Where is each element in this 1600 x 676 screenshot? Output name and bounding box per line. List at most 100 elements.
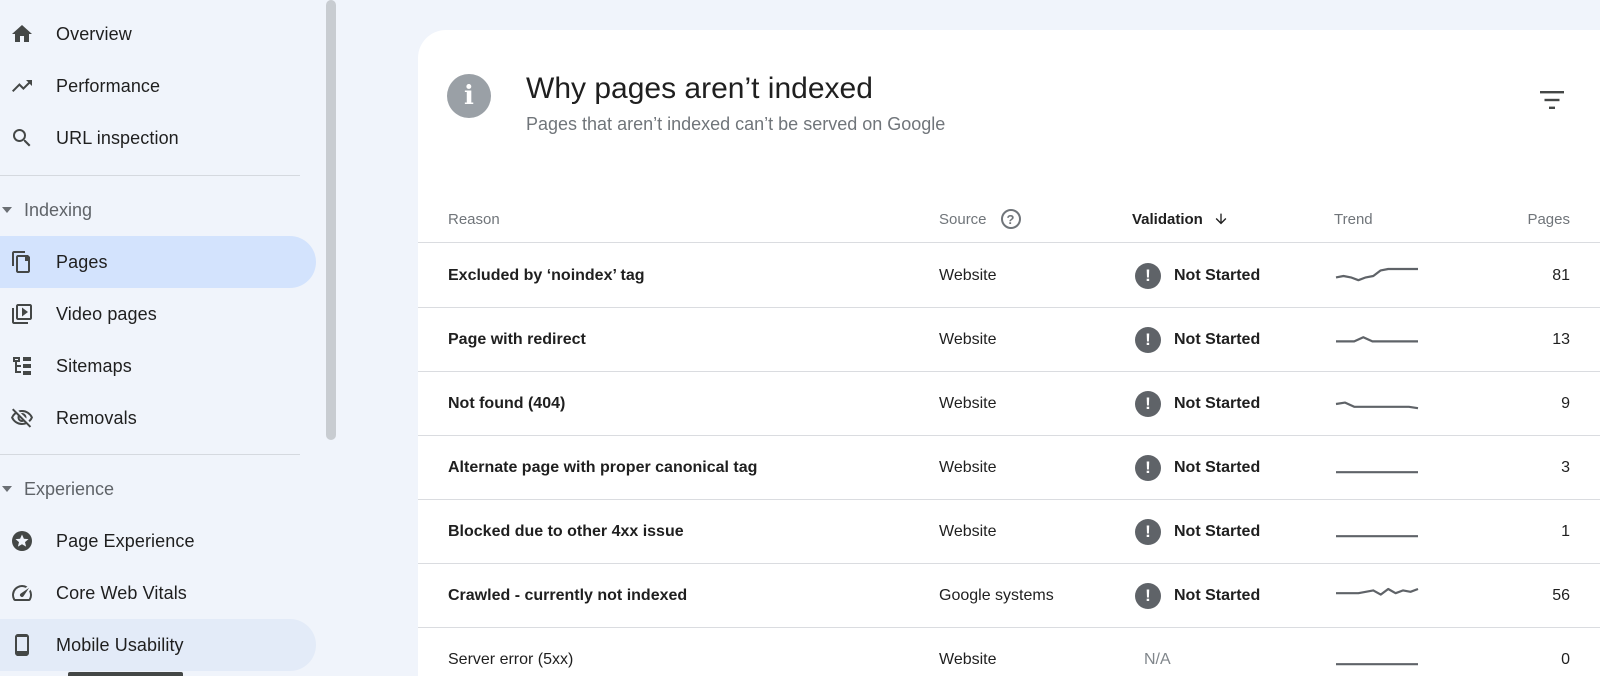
sidebar-nav: Overview Performance URL inspection Inde… [0,0,320,676]
warning-icon: ! [1135,326,1161,353]
validation-status: N/A [1144,650,1171,668]
trend-sparkline [1334,324,1420,356]
source-cell: Website [939,394,997,412]
warning-icon: ! [1135,390,1161,417]
validation-status: Not Started [1174,586,1261,604]
sidebar-scrollbar[interactable] [326,0,336,440]
table-row[interactable]: Excluded by ‘noindex’ tag Website! Not Sta… [418,244,1600,308]
sidebar-divider [0,175,300,176]
pages-count: 1 [1561,522,1570,540]
trend-sparkline [1334,260,1420,292]
table-row[interactable]: Server error (5xx) Website N/A 0 [418,628,1600,676]
sidebar-item-label: Core Web Vitals [56,582,187,603]
info-icon: i [447,74,491,118]
warning-icon: ! [1135,262,1161,289]
validation-cell: N/A [1144,628,1171,676]
reason-cell: Not found (404) [448,394,566,412]
column-pages[interactable]: Pages [1527,195,1570,243]
warning-icon: ! [1135,518,1161,545]
table-row[interactable]: Page with redirect Website! Not Started 13 [418,308,1600,372]
speedometer-icon [10,581,34,605]
sidebar-item-overview[interactable]: Overview [0,8,316,60]
validation-cell: ! Not Started [1135,564,1260,627]
table-row[interactable]: Alternate page with proper canonical tag… [418,436,1600,500]
section-heading: Experience [24,478,115,499]
validation-cell: ! Not Started [1135,372,1260,435]
card-subtitle: Pages that aren’t indexed can’t be serve… [526,114,946,134]
reason-cell: Alternate page with proper canonical tag [448,458,758,476]
sitemap-icon [10,354,34,378]
pages-count: 3 [1561,458,1570,476]
warning-icon: ! [1135,454,1161,481]
sidebar-item-performance[interactable]: Performance [0,60,316,112]
validation-status: Not Started [1174,522,1261,540]
column-label: Reason [448,210,500,228]
sidebar-item-label: Mobile Usability [56,634,184,655]
column-validation[interactable]: Validation [1132,195,1229,243]
sidebar-item-pages[interactable]: Pages [0,236,316,288]
sidebar-item-removals[interactable]: Removals [0,392,316,444]
home-icon [10,22,34,46]
table-row[interactable]: Not found (404) Website! Not Started 9 [418,372,1600,436]
column-reason[interactable]: Reason [448,195,500,243]
column-source[interactable]: Source ? [939,195,1021,243]
smartphone-icon [10,633,34,657]
trend-sparkline [1334,580,1420,612]
table-row[interactable]: Blocked due to other 4xx issue Website! No… [418,500,1600,564]
section-indexing[interactable]: Indexing [0,190,92,230]
video-pages-icon [10,302,34,326]
sidebar-item-video-pages[interactable]: Video pages [0,288,316,340]
sidebar-item-label: Sitemaps [56,355,132,376]
section-heading: Indexing [24,199,93,220]
table-header: Reason Source ? Validation Trend Pages [418,195,1600,243]
column-label: Trend [1334,210,1373,228]
validation-cell: ! Not Started [1135,308,1260,371]
page-experience-icon [10,529,34,553]
source-cell: Website [939,266,997,284]
tooltip-edge [68,672,183,676]
pages-icon [10,250,34,274]
pages-count: 56 [1552,586,1570,604]
sidebar-item-core-web-vitals[interactable]: Core Web Vitals [0,567,316,619]
sidebar-item-label: Video pages [56,303,157,324]
source-cell: Google systems [939,586,1054,604]
pages-count: 81 [1552,266,1570,284]
sidebar-item-page-experience[interactable]: Page Experience [0,515,316,567]
warning-icon: ! [1135,582,1161,609]
arrow-down-icon [1213,211,1229,227]
sidebar-item-label: Removals [56,407,137,428]
visibility-off-icon [10,406,34,430]
pages-count: 9 [1561,394,1570,412]
trend-sparkline [1334,644,1420,676]
validation-status: Not Started [1174,458,1261,476]
sidebar-item-url-inspection[interactable]: URL inspection [0,112,316,164]
pages-count: 13 [1552,330,1570,348]
search-icon [10,126,34,150]
column-label: Source [939,210,987,228]
sidebar-item-mobile-usability[interactable]: Mobile Usability [0,619,316,671]
table-row[interactable]: Crawled - currently not indexed Google sy… [418,564,1600,628]
trend-sparkline [1334,388,1420,420]
sidebar-item-label: Page Experience [56,530,195,551]
pages-count: 0 [1561,650,1570,668]
validation-cell: ! Not Started [1135,500,1260,563]
reason-cell: Excluded by ‘noindex’ tag [448,266,645,284]
column-label: Validation [1132,210,1203,228]
reason-cell: Page with redirect [448,330,586,348]
source-cell: Website [939,650,997,668]
sidebar-item-sitemaps[interactable]: Sitemaps [0,340,316,392]
trend-sparkline [1334,516,1420,548]
trend-sparkline [1334,452,1420,484]
sidebar-item-label: Overview [56,23,132,44]
reason-cell: Crawled - currently not indexed [448,586,688,604]
sidebar-item-label: Performance [56,75,161,96]
caret-down-icon [2,207,12,213]
caret-down-icon [2,486,12,492]
card-title: Why pages aren’t indexed [526,72,873,105]
column-trend[interactable]: Trend [1334,195,1373,243]
validation-status: Not Started [1174,394,1261,412]
sidebar-divider [0,454,300,455]
section-experience[interactable]: Experience [0,469,114,509]
help-icon[interactable]: ? [1000,209,1021,229]
filter-icon[interactable] [1538,88,1566,112]
